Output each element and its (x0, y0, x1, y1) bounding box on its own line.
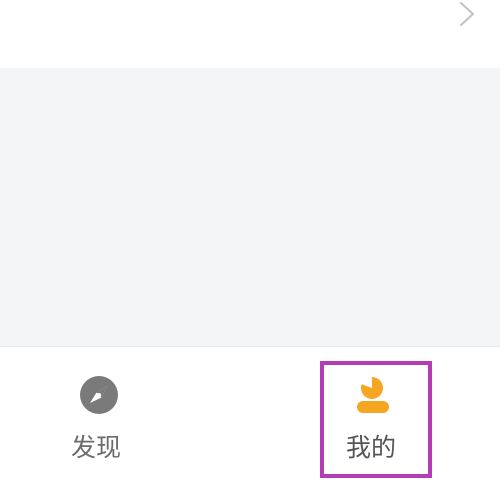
compass-icon (80, 376, 118, 414)
tab-mine[interactable]: 我的 (250, 347, 500, 498)
bottom-tab-bar: 发现 我的 (0, 346, 500, 498)
tab-mine-label: 我的 (346, 433, 397, 462)
content-area (0, 68, 500, 346)
list-row[interactable] (0, 0, 500, 68)
chevron-right-icon (459, 1, 475, 27)
person-icon (357, 376, 389, 413)
tab-discover-label: 发现 (71, 433, 122, 462)
tab-discover[interactable]: 发现 (0, 347, 250, 498)
